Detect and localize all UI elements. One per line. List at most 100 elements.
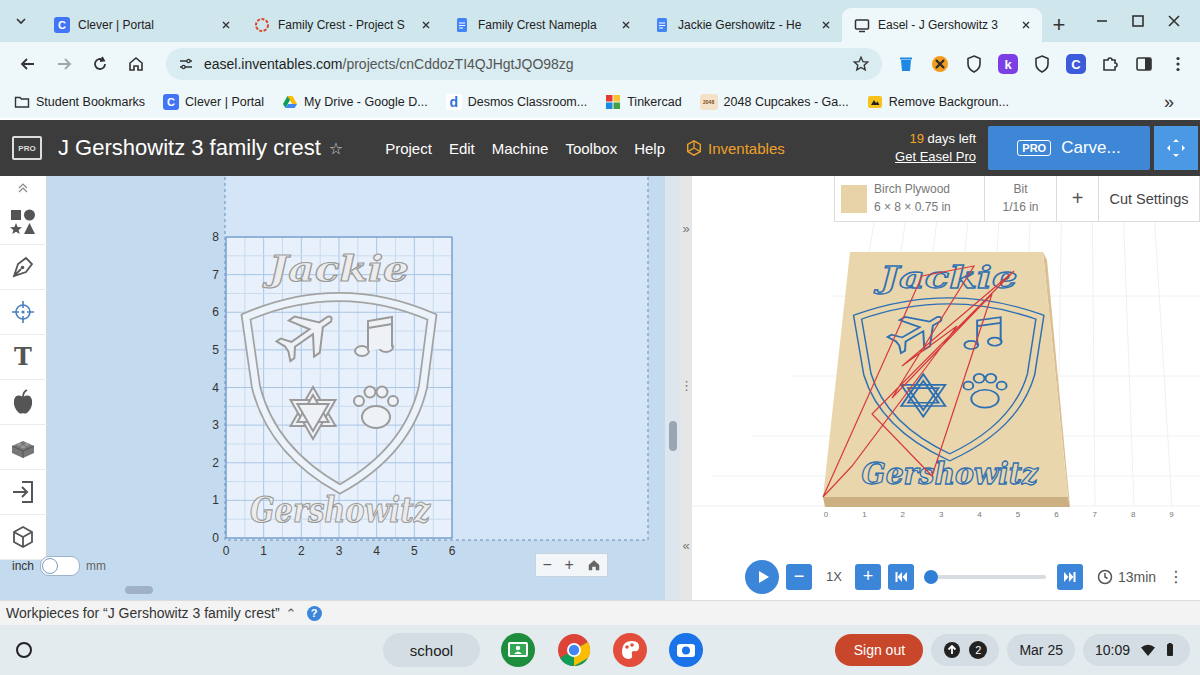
- design-bottom-text[interactable]: Gershowitz: [250, 488, 431, 530]
- app-logo[interactable]: PRO: [12, 136, 42, 160]
- browser-tab[interactable]: Jackie Gershowitz - He: [642, 8, 842, 42]
- menu-item[interactable]: Help: [634, 140, 665, 157]
- collapse-panel-button[interactable]: «: [680, 538, 692, 553]
- close-tab-icon[interactable]: [620, 19, 632, 31]
- zoom-out-button[interactable]: −: [542, 557, 551, 573]
- crest-design[interactable]: Jackie Gershowitz: [246, 247, 432, 530]
- preview-drawing[interactable]: JackieGershowitz0123456789: [692, 176, 1200, 553]
- tool-button[interactable]: T: [0, 335, 47, 380]
- menu-item[interactable]: Toolbox: [565, 140, 617, 157]
- status-area[interactable]: 10:09: [1083, 634, 1190, 666]
- menu-item[interactable]: Project: [385, 140, 432, 157]
- bookmark[interactable]: Tinkercad: [605, 94, 681, 110]
- browser-tab[interactable]: CClever | Portal: [42, 8, 242, 42]
- close-tab-icon[interactable]: [1020, 19, 1032, 31]
- tab-search-button[interactable]: [0, 0, 42, 42]
- unit-label[interactable]: mm: [86, 559, 106, 573]
- bookmark[interactable]: Student Bookmarks: [14, 94, 145, 110]
- tool-button[interactable]: [0, 470, 47, 515]
- forward-arrow-icon[interactable]: [46, 54, 82, 74]
- bookmark[interactable]: dDesmos Classroom...: [446, 94, 587, 110]
- expand-workpieces-button[interactable]: ⌃: [286, 606, 297, 621]
- workpieces-bar[interactable]: Workpieces for “J Gershowitz 3 family cr…: [0, 600, 1200, 625]
- more-menu-icon[interactable]: [1168, 54, 1188, 74]
- tool-button[interactable]: [0, 176, 47, 200]
- chrome-app-icon[interactable]: [556, 632, 592, 668]
- workpieces-label[interactable]: Workpieces for “J Gershowitz 3 family cr…: [6, 605, 280, 621]
- unit-toggle[interactable]: inchmm: [12, 556, 106, 576]
- design-canvas[interactable]: JackieGershowitz0123456012345678Tinchmm−…: [0, 176, 665, 600]
- 3d-preview[interactable]: JackieGershowitz0123456789Birch Plywood6…: [692, 176, 1200, 553]
- extension-icon[interactable]: C: [1066, 54, 1086, 74]
- skip-end-button[interactable]: [1057, 564, 1083, 590]
- bookmark[interactable]: Remove Backgroun...: [867, 94, 1009, 110]
- shield-extension-icon[interactable]: [1032, 54, 1052, 74]
- panel-divider[interactable]: » ⋮ «: [680, 176, 692, 600]
- tool-button[interactable]: [0, 290, 47, 335]
- close-tab-icon[interactable]: [220, 19, 232, 31]
- browser-tab[interactable]: Family Crest - Project S: [242, 8, 442, 42]
- favorite-star[interactable]: ☆: [329, 139, 343, 158]
- play-button[interactable]: [745, 560, 779, 594]
- tool-button[interactable]: [0, 425, 47, 470]
- horizontal-scrollbar[interactable]: [125, 586, 153, 594]
- resize-grip[interactable]: ⋮: [680, 378, 692, 393]
- side-panel-icon[interactable]: [1134, 54, 1154, 74]
- design-top-text[interactable]: Jackie: [262, 247, 409, 289]
- slower-button[interactable]: −: [786, 564, 812, 590]
- cut-settings-button[interactable]: Cut Settings: [1099, 176, 1199, 221]
- rewind-button[interactable]: [888, 564, 914, 590]
- reload-icon[interactable]: [82, 54, 118, 74]
- site-settings-icon[interactable]: [178, 56, 194, 72]
- tool-button[interactable]: [0, 515, 47, 560]
- expand-panel-button[interactable]: »: [680, 221, 692, 236]
- more-bookmarks-button[interactable]: »: [1164, 92, 1200, 113]
- extension-icon[interactable]: k: [998, 54, 1018, 74]
- tool-button[interactable]: [0, 380, 47, 425]
- help-button[interactable]: ?: [307, 606, 322, 621]
- camera-app-icon[interactable]: [668, 632, 704, 668]
- bookmark-star-icon[interactable]: [852, 55, 870, 73]
- project-title[interactable]: J Gershowitz 3 family crest: [58, 135, 321, 161]
- close-tab-icon[interactable]: [420, 19, 432, 31]
- trash-extension-icon[interactable]: [896, 54, 916, 74]
- maximize-icon[interactable]: [1130, 13, 1146, 29]
- carve-button[interactable]: PROCarve...: [988, 126, 1150, 170]
- unit-switch[interactable]: [40, 556, 80, 576]
- home-view-icon[interactable]: [587, 558, 601, 572]
- browser-tab[interactable]: Easel - J Gershowitz 3: [842, 8, 1042, 42]
- url-field[interactable]: easel.inventables.com/projects/cnCddozTI…: [166, 48, 882, 80]
- notifications-button[interactable]: 2: [931, 634, 999, 666]
- bookmark[interactable]: CClever | Portal: [163, 94, 264, 110]
- get-pro-link[interactable]: Get Easel Pro: [895, 148, 976, 166]
- canvas-app-icon[interactable]: [612, 632, 648, 668]
- minimize-icon[interactable]: [1094, 13, 1110, 29]
- vertical-scrollbar[interactable]: [665, 176, 680, 600]
- zoom-in-button[interactable]: +: [564, 557, 573, 573]
- menu-item[interactable]: Machine: [492, 140, 549, 157]
- inventables-brand[interactable]: Inventables: [685, 139, 785, 157]
- close-tab-icon[interactable]: [820, 19, 832, 31]
- home-icon[interactable]: [118, 54, 154, 74]
- orange-extension-icon[interactable]: [930, 54, 950, 74]
- expand-button[interactable]: [1154, 126, 1198, 170]
- add-bit-button[interactable]: +: [1057, 176, 1099, 221]
- tool-button[interactable]: [0, 200, 47, 245]
- shield-extension-icon[interactable]: [964, 54, 984, 74]
- sign-out-button[interactable]: Sign out: [835, 634, 923, 666]
- bookmark[interactable]: My Drive - Google D...: [282, 94, 428, 110]
- launcher-icon[interactable]: [14, 640, 34, 660]
- classroom-app-icon[interactable]: [500, 632, 536, 668]
- menu-item[interactable]: Edit: [449, 140, 475, 157]
- material-selector[interactable]: Birch Plywood6 × 8 × 0.75 in: [835, 176, 985, 221]
- bookmark[interactable]: 20482048 Cupcakes - Ga...: [700, 94, 849, 110]
- tool-button[interactable]: [0, 245, 47, 290]
- canvas-drawing[interactable]: JackieGershowitz0123456012345678: [0, 176, 665, 600]
- desk-button[interactable]: school: [383, 633, 480, 667]
- puzzle-icon[interactable]: [1100, 54, 1120, 74]
- browser-tab[interactable]: Family Crest Namepla: [442, 8, 642, 42]
- material-board[interactable]: [823, 252, 1068, 497]
- close-window-icon[interactable]: [1166, 13, 1182, 29]
- back-arrow-icon[interactable]: [10, 54, 46, 74]
- bit-selector[interactable]: Bit1/16 in: [985, 176, 1057, 221]
